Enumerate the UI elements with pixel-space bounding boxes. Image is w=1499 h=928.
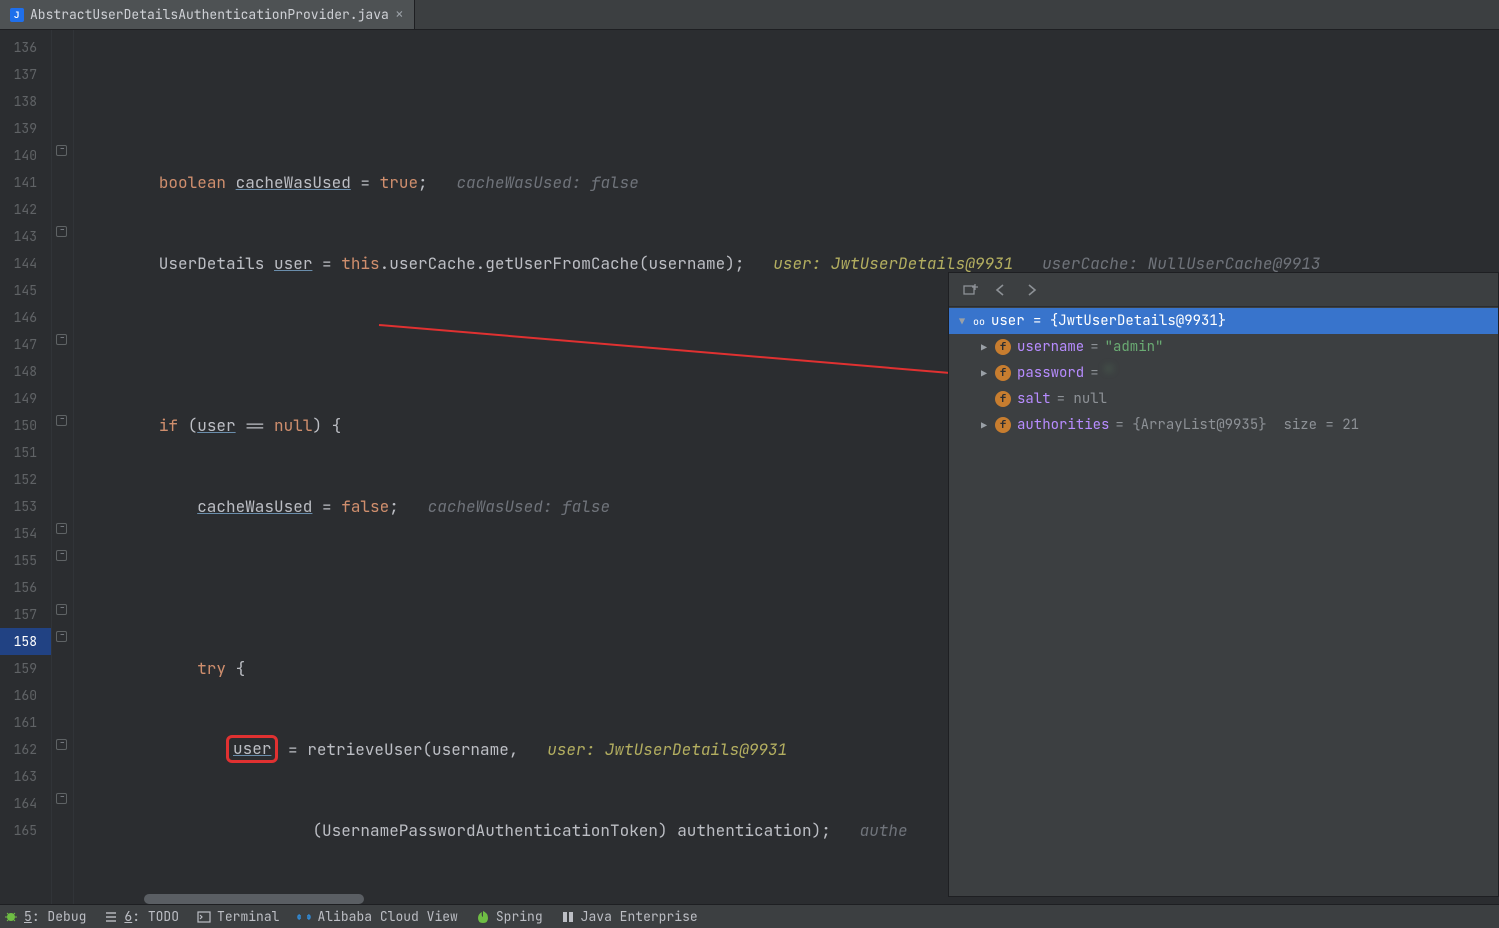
- field-icon: f: [995, 391, 1011, 407]
- expand-icon[interactable]: [979, 419, 989, 432]
- tool-window-terminal[interactable]: Terminal: [197, 908, 279, 925]
- fold-marker[interactable]: [56, 145, 67, 156]
- close-icon[interactable]: ×: [395, 7, 404, 22]
- fold-marker[interactable]: [56, 793, 67, 804]
- variable-row-password[interactable]: f password = ": [949, 360, 1498, 386]
- cloud-icon: [297, 910, 311, 924]
- forward-icon[interactable]: [1023, 283, 1039, 297]
- expand-icon[interactable]: [979, 341, 989, 354]
- bug-icon: [4, 910, 18, 924]
- back-icon[interactable]: [993, 283, 1009, 297]
- javaee-icon: [561, 910, 575, 924]
- horizontal-scrollbar[interactable]: [144, 894, 364, 904]
- fold-column: [52, 30, 74, 904]
- variable-row-authorities[interactable]: f authorities = {ArrayList@9935} size = …: [949, 412, 1498, 438]
- variables-panel: oo user = {JwtUserDetails@9931} f userna…: [948, 272, 1499, 897]
- java-icon: [10, 8, 24, 22]
- terminal-icon: [197, 910, 211, 924]
- fold-marker[interactable]: [56, 226, 67, 237]
- variable-row-username[interactable]: f username = "admin": [949, 334, 1498, 360]
- status-bar: 5: Debug 6: TODO Terminal Alibaba Cloud …: [0, 904, 1499, 928]
- tab-label: AbstractUserDetailsAuthenticationProvide…: [30, 6, 389, 23]
- tab-bar: AbstractUserDetailsAuthenticationProvide…: [0, 0, 1499, 30]
- tool-window-debug[interactable]: 5: Debug: [4, 908, 86, 925]
- fold-marker[interactable]: [56, 523, 67, 534]
- list-icon: [104, 910, 118, 924]
- fold-marker[interactable]: [56, 631, 67, 642]
- editor-tab[interactable]: AbstractUserDetailsAuthenticationProvide…: [0, 0, 415, 29]
- field-icon: f: [995, 339, 1011, 355]
- expand-icon[interactable]: [979, 367, 989, 380]
- expand-icon[interactable]: [957, 315, 967, 328]
- tool-window-alibaba[interactable]: Alibaba Cloud View: [297, 908, 457, 925]
- tool-window-spring[interactable]: Spring: [476, 908, 543, 925]
- tool-window-todo[interactable]: 6: TODO: [104, 908, 179, 925]
- fold-marker[interactable]: [56, 415, 67, 426]
- fold-marker[interactable]: [56, 604, 67, 615]
- line-gutter: 136 137 138 139 140 141 142 143 144 145 …: [0, 30, 52, 904]
- debug-toolbar: [949, 273, 1498, 307]
- fold-marker[interactable]: [56, 334, 67, 345]
- spring-icon: [476, 910, 490, 924]
- fold-marker[interactable]: [56, 550, 67, 561]
- tool-window-javaee[interactable]: Java Enterprise: [561, 908, 698, 925]
- variable-row-salt[interactable]: f salt = null: [949, 386, 1498, 412]
- field-icon: f: [995, 365, 1011, 381]
- fold-marker[interactable]: [56, 739, 67, 750]
- variables-tree[interactable]: oo user = {JwtUserDetails@9931} f userna…: [949, 307, 1498, 896]
- field-icon: f: [995, 417, 1011, 433]
- variable-row-user[interactable]: oo user = {JwtUserDetails@9931}: [949, 308, 1498, 334]
- new-watch-icon[interactable]: [963, 283, 979, 297]
